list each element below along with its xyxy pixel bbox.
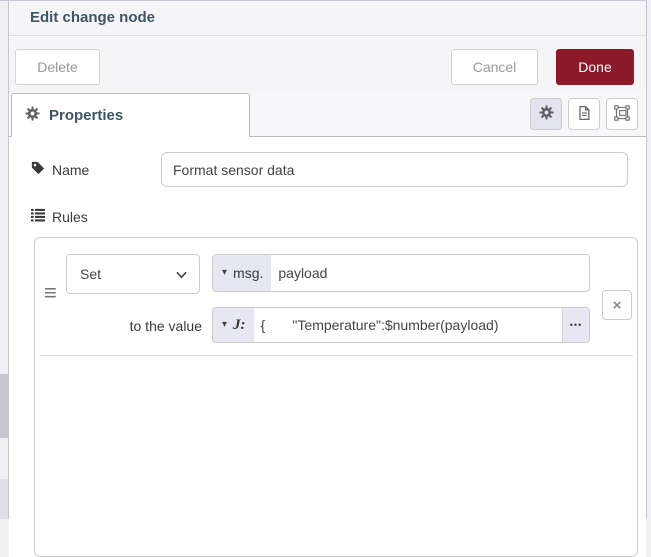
- tab-properties[interactable]: Properties: [11, 93, 250, 137]
- rule-action-value: Set: [80, 266, 101, 282]
- list-icon: [31, 208, 45, 225]
- value-type-button[interactable]: ▾ J:: [213, 308, 254, 342]
- description-icon-button[interactable]: [568, 98, 600, 130]
- rule-value-input[interactable]: ▾ J: { "Temperature":$number(payload) ••…: [212, 307, 590, 343]
- cancel-button[interactable]: Cancel: [451, 49, 538, 85]
- rule-divider: [40, 355, 633, 356]
- to-the-value-label: to the value: [66, 308, 202, 344]
- caret-down-icon: ▾: [222, 320, 227, 330]
- rules-list: ≡ Set ▾ msg. payload × to the value: [34, 237, 638, 557]
- name-label: Name: [52, 162, 89, 178]
- property-type-label: msg.: [233, 265, 263, 281]
- jsonata-expression-icon: J:: [233, 317, 246, 334]
- name-row: Name: [31, 152, 646, 187]
- rule-property-input[interactable]: ▾ msg. payload: [212, 254, 590, 292]
- gear-icon: [25, 106, 40, 126]
- dialog-toolbar: Delete Cancel Done: [9, 36, 646, 92]
- rules-label-group: Rules: [31, 208, 646, 225]
- properties-form: Name Rules ≡ Set: [9, 137, 646, 557]
- gear-icon: [539, 105, 554, 123]
- name-input[interactable]: [161, 152, 628, 187]
- left-scrollbar-end: [0, 479, 8, 519]
- value-expression[interactable]: { "Temperature":$number(payload): [254, 308, 562, 342]
- property-type-button[interactable]: ▾ msg.: [213, 255, 271, 291]
- tag-icon: [31, 161, 45, 178]
- left-scrollbar-track[interactable]: [0, 0, 8, 519]
- left-scrollbar-thumb[interactable]: [0, 374, 8, 438]
- property-value[interactable]: payload: [271, 255, 589, 291]
- delete-button[interactable]: Delete: [15, 49, 100, 85]
- expand-editor-button[interactable]: •••: [562, 308, 589, 342]
- rule-drag-handle[interactable]: ≡: [44, 282, 57, 304]
- edit-change-node-dialog: Edit change node Delete Cancel Done: [8, 0, 647, 519]
- chevron-down-icon: [176, 266, 187, 282]
- document-icon: [576, 105, 592, 124]
- caret-down-icon: ▾: [222, 268, 227, 278]
- editor-tabbar: Properties: [9, 92, 646, 137]
- tab-properties-label: Properties: [49, 107, 123, 124]
- dialog-header: Edit change node: [9, 0, 646, 36]
- dialog-title: Edit change node: [9, 1, 646, 34]
- delete-rule-button[interactable]: ×: [602, 290, 632, 320]
- rule-action-select[interactable]: Set: [66, 254, 200, 294]
- tabbar-actions: [530, 98, 638, 130]
- appearance-icon-button[interactable]: [606, 98, 638, 130]
- appearance-frame-icon: [614, 105, 630, 124]
- rules-label: Rules: [52, 209, 88, 225]
- properties-icon-button[interactable]: [530, 98, 562, 130]
- name-label-group: Name: [31, 161, 161, 178]
- done-button[interactable]: Done: [556, 49, 634, 85]
